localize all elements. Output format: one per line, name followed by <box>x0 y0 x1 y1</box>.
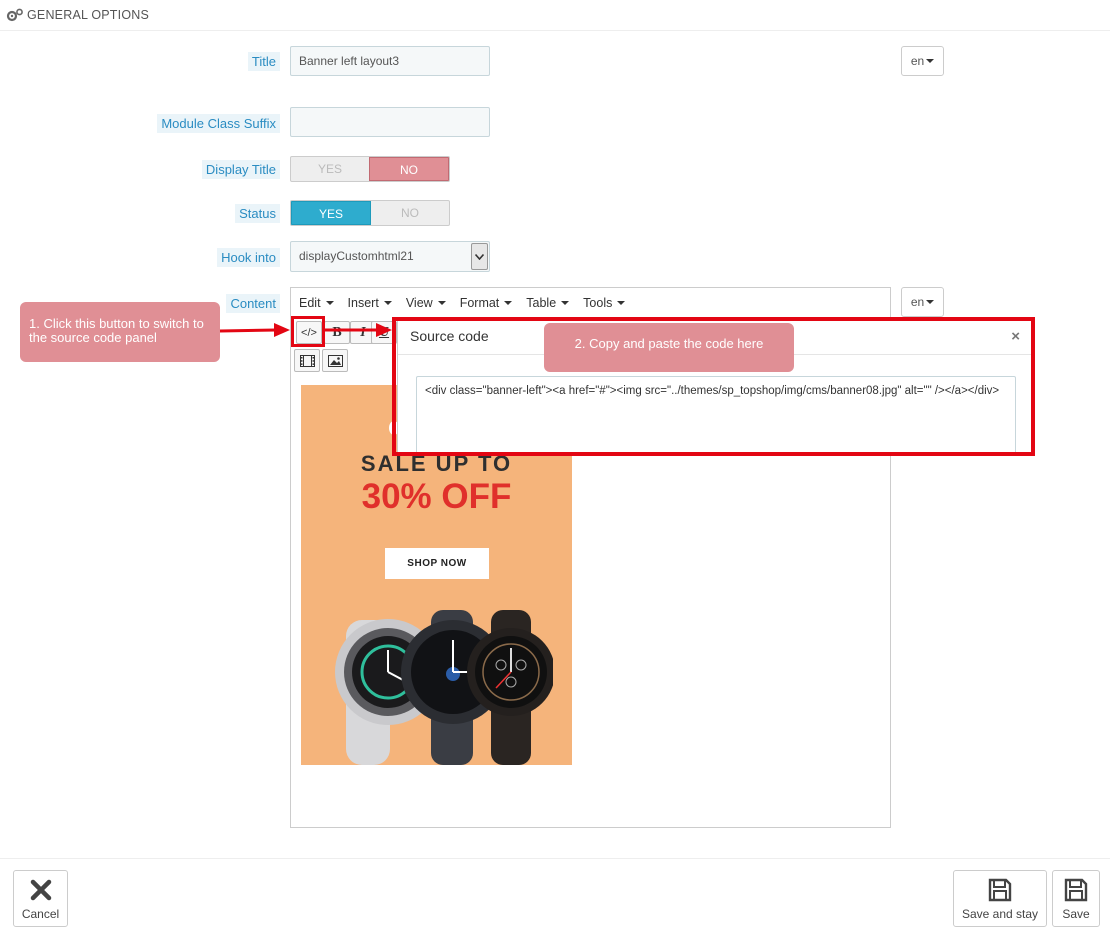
panel-title: GENERAL OPTIONS <box>27 8 150 22</box>
status-switch[interactable]: YES NO <box>290 200 450 226</box>
class-suffix-label: Module Class Suffix <box>157 114 280 133</box>
annotation-step1: 1. Click this button to switch to the so… <box>20 302 220 362</box>
close-icon[interactable]: × <box>1011 320 1020 353</box>
caret-down-icon <box>561 300 570 305</box>
display-title-switch[interactable]: YES NO <box>290 156 450 182</box>
caret-down-icon <box>325 300 334 305</box>
editor-menubar: Edit Insert View Format Table Tools <box>291 288 890 317</box>
title-lang-button[interactable]: en <box>901 46 944 76</box>
display-title-yes[interactable]: YES <box>291 157 369 181</box>
status-no[interactable]: NO <box>371 201 449 225</box>
caret-down-icon <box>504 300 513 305</box>
save-and-stay-button[interactable]: Save and stay <box>953 870 1047 927</box>
caret-down-icon <box>383 300 392 305</box>
menu-insert-label: Insert <box>347 295 379 310</box>
menu-tools[interactable]: Tools <box>583 295 626 310</box>
panel-heading: GENERAL OPTIONS <box>0 0 1110 31</box>
save-icon <box>1064 878 1088 902</box>
image-icon <box>327 354 343 367</box>
caret-down-icon <box>437 300 446 305</box>
class-suffix-input[interactable] <box>290 107 490 137</box>
hook-select-value: displayCustomhtml21 <box>299 249 414 263</box>
close-icon <box>30 879 51 901</box>
hook-label: Hook into <box>217 248 280 267</box>
hook-select[interactable]: displayCustomhtml21 <box>290 241 490 272</box>
content-lang-label: en <box>910 295 925 309</box>
status-label: Status <box>235 204 280 223</box>
caret-down-icon <box>926 300 935 304</box>
cancel-button-label: Cancel <box>21 907 60 921</box>
source-code-button[interactable]: </> <box>296 321 322 344</box>
source-code-dialog-title: Source code <box>410 328 489 344</box>
save-icon <box>988 878 1012 902</box>
content-label: Content <box>226 294 280 313</box>
source-code-textarea[interactable]: <div class="banner-left"><a href="#"><im… <box>416 376 1016 456</box>
menu-view-label: View <box>405 295 433 310</box>
form-footer: Cancel Save and stay Save <box>0 858 1110 928</box>
caret-down-icon <box>926 59 935 63</box>
title-label: Title <box>247 52 280 71</box>
menu-table-label: Table <box>526 295 557 310</box>
title-input[interactable] <box>290 46 490 76</box>
menu-tools-label: Tools <box>583 295 613 310</box>
menu-table[interactable]: Table <box>526 295 570 310</box>
menu-view[interactable]: View <box>406 296 446 310</box>
menu-format-label: Format <box>459 295 500 310</box>
insert-image-button[interactable] <box>322 349 348 372</box>
status-yes[interactable]: YES <box>291 201 371 225</box>
banner-discount: 30% OFF <box>361 477 512 516</box>
title-lang-label: en <box>910 54 925 68</box>
content-lang-button[interactable]: en <box>901 287 944 317</box>
insert-video-button[interactable] <box>294 349 320 372</box>
menu-format[interactable]: Format <box>460 296 513 310</box>
cancel-button[interactable]: Cancel <box>13 870 68 927</box>
bold-button[interactable]: B <box>324 321 350 344</box>
save-button-label: Save <box>1062 907 1090 921</box>
annotation-step2: 2. Copy and paste the code here <box>544 323 794 372</box>
menu-edit-label: Edit <box>299 295 321 310</box>
menu-edit[interactable]: Edit <box>299 296 334 310</box>
film-icon <box>299 354 315 367</box>
underline-button[interactable]: U <box>371 321 397 344</box>
caret-down-icon <box>617 300 626 305</box>
banner-shop-now-button: SHOP NOW <box>385 548 489 579</box>
display-title-label: Display Title <box>201 160 280 179</box>
display-title-no[interactable]: NO <box>369 157 449 181</box>
save-and-stay-label: Save and stay <box>961 907 1039 921</box>
select-arrow-icon <box>471 243 488 270</box>
save-button[interactable]: Save <box>1052 870 1100 927</box>
menu-insert[interactable]: Insert <box>348 296 392 310</box>
gears-icon <box>6 8 23 22</box>
smartwatches-image <box>335 610 553 765</box>
